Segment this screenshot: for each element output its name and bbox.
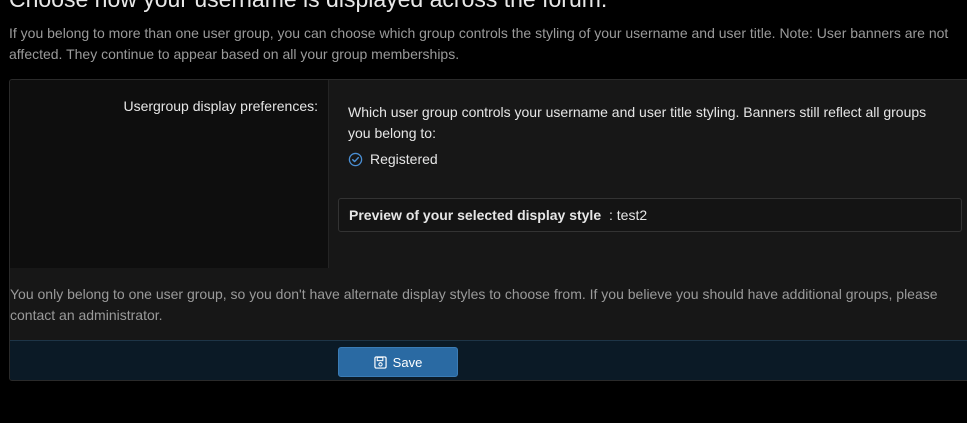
usergroup-row-label: Usergroup display preferences: bbox=[123, 98, 318, 114]
page-description: If you belong to more than one user grou… bbox=[9, 25, 949, 62]
single-group-note: You only belong to one user group, so yo… bbox=[10, 286, 938, 323]
preview-value: test2 bbox=[616, 207, 648, 223]
group-option-label: Registered bbox=[370, 151, 438, 167]
display-style-preview: Preview of your selected display style :… bbox=[338, 198, 962, 232]
group-option-registered[interactable]: Registered bbox=[348, 151, 928, 167]
form-footer: Save bbox=[10, 340, 967, 380]
preferences-panel: Usergroup display preferences: Which use… bbox=[9, 79, 967, 381]
preview-separator: : bbox=[605, 207, 617, 223]
page: Choose how your username is displayed ac… bbox=[0, 0, 967, 423]
save-icon bbox=[373, 355, 387, 369]
save-button-label: Save bbox=[392, 354, 423, 370]
preview-label: Preview of your selected display style bbox=[349, 207, 602, 223]
label-column: Usergroup display preferences: bbox=[10, 80, 329, 268]
page-title: Choose how your username is displayed ac… bbox=[9, 0, 607, 13]
content-column: Which user group controls your username … bbox=[348, 102, 928, 167]
save-button[interactable]: Save bbox=[338, 347, 458, 377]
check-circle-icon bbox=[348, 152, 363, 167]
usergroup-hint: Which user group controls your username … bbox=[348, 104, 927, 141]
